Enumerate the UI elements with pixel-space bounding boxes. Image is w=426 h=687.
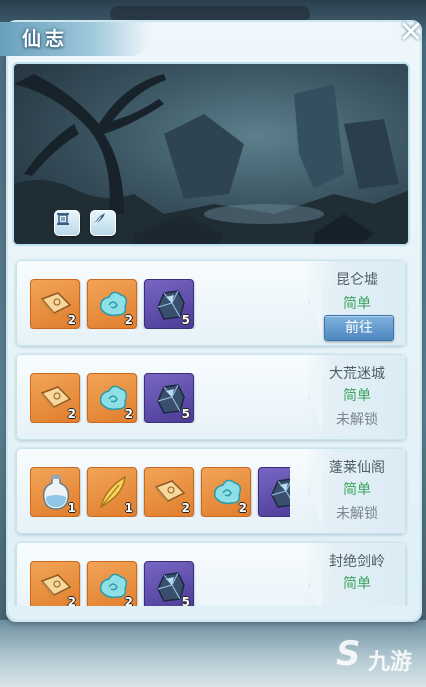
feather-button[interactable] <box>90 210 116 236</box>
stage-difficulty: 简单 <box>343 388 371 404</box>
reward-item[interactable]: 2 <box>201 467 251 517</box>
stage-name: 昆仑墟 <box>336 272 378 288</box>
stage-row: 2 2 5 昆仑墟 简单 前往 <box>16 260 406 346</box>
reward-item[interactable] <box>258 467 290 517</box>
stage-list: 2 2 5 昆仑墟 简单 前往 2 2 5 大荒迷城 简单 未解锁 1 1 2 … <box>12 254 410 606</box>
stage-row: 1 1 2 2 蓬莱仙阁 简单 未解锁 <box>16 448 406 534</box>
reward-item[interactable]: 2 <box>87 373 137 423</box>
stage-info: 昆仑墟 简单 前往 <box>305 261 405 345</box>
feather-icon <box>93 213 105 226</box>
reward-item[interactable]: 1 <box>30 467 80 517</box>
stage-info: 大荒迷城 简单 未解锁 <box>305 355 405 439</box>
reward-item[interactable]: 2 <box>144 467 194 517</box>
crystal-ore-icon <box>271 478 290 508</box>
reward-item[interactable]: 2 <box>87 561 137 606</box>
go-button[interactable]: 前往 <box>324 315 394 341</box>
reward-item[interactable]: 2 <box>30 279 80 329</box>
reward-items: 1 1 2 2 <box>30 467 290 517</box>
stage-name: 封绝剑岭 <box>329 554 385 570</box>
scene-illustration <box>12 62 410 246</box>
reward-item[interactable]: 2 <box>87 279 137 329</box>
stage-difficulty: 简单 <box>343 296 371 312</box>
stage-name: 蓬莱仙阁 <box>329 460 385 476</box>
reward-item[interactable]: 2 <box>30 373 80 423</box>
close-icon[interactable]: ✕ <box>396 18 426 48</box>
reward-items: 2 2 5 <box>30 279 290 329</box>
stage-difficulty: 简单 <box>343 576 371 592</box>
stage-info: 蓬莱仙阁 简单 未解锁 <box>305 449 405 533</box>
lock-status: 未解锁 <box>336 412 378 428</box>
scroll-icon <box>57 213 69 225</box>
reward-item[interactable]: 5 <box>144 279 194 329</box>
reward-item[interactable]: 5 <box>144 561 194 606</box>
reward-item[interactable]: 2 <box>30 561 80 606</box>
stage-info: 封绝剑岭 简单 <box>305 543 405 606</box>
scroll-button[interactable] <box>54 210 80 236</box>
lock-status: 未解锁 <box>336 506 378 522</box>
watermark-logo: S 九游 <box>336 634 413 675</box>
reward-item[interactable]: 5 <box>144 373 194 423</box>
stage-name: 大荒迷城 <box>329 366 385 382</box>
stage-difficulty: 简单 <box>343 482 371 498</box>
reward-items: 2 2 5 <box>30 561 290 606</box>
reward-items: 2 2 5 <box>30 373 290 423</box>
reward-item[interactable]: 1 <box>87 467 137 517</box>
window-title: 仙志 <box>22 28 69 50</box>
stage-row: 2 2 5 封绝剑岭 简单 <box>16 542 406 606</box>
stage-row: 2 2 5 大荒迷城 简单 未解锁 <box>16 354 406 440</box>
